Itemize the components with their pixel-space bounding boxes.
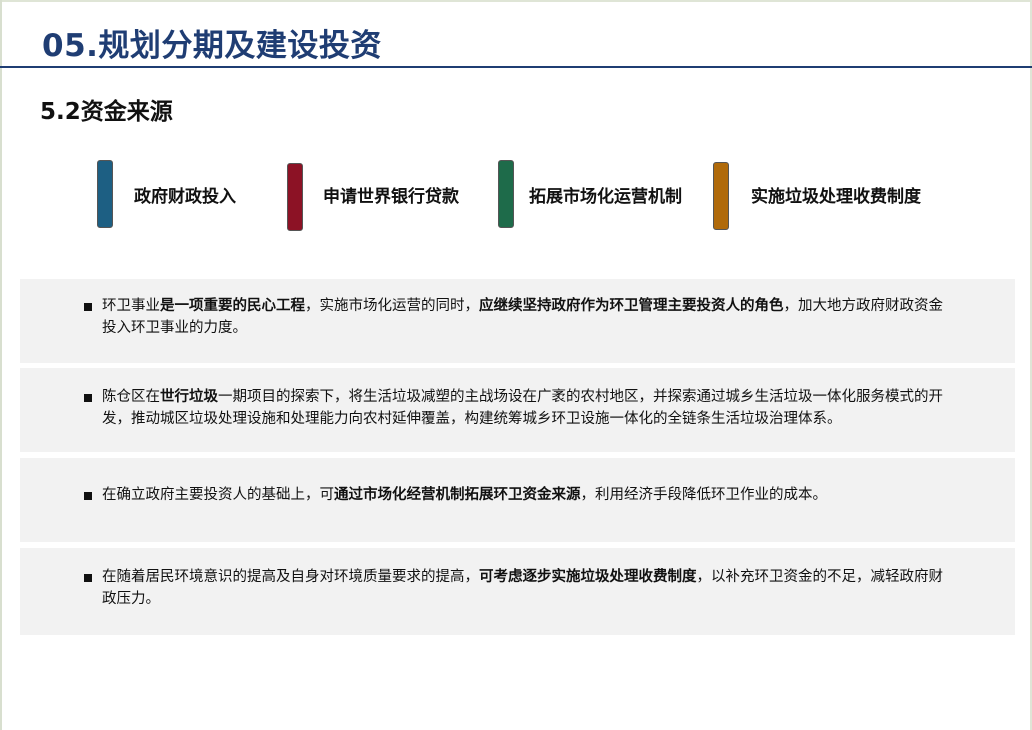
paragraph-card: 在确立政府主要投资人的基础上，可通过市场化经营机制拓展环卫资金来源，利用经济手段… <box>20 458 1015 542</box>
funding-source-color-bar <box>498 160 514 228</box>
body-text: 陈仓区在 <box>102 389 160 405</box>
emphasis-text: 是一项重要的民心工程 <box>160 298 305 314</box>
emphasis-text: 通过市场化经营机制拓展环卫资金来源 <box>334 487 581 503</box>
body-text: 在确立政府主要投资人的基础上，可 <box>102 487 334 503</box>
bullet-square-icon <box>84 492 92 500</box>
bullet-square-icon <box>84 303 92 311</box>
funding-source-world-bank: 申请世界银行贷款 <box>287 160 477 234</box>
funding-source-market: 拓展市场化运营机制 <box>498 160 698 234</box>
body-text: 环卫事业 <box>102 298 160 314</box>
funding-source-color-bar <box>713 162 729 230</box>
emphasis-text: 可考虑逐步实施垃圾处理收费制度 <box>479 569 697 585</box>
funding-source-label: 申请世界银行贷款 <box>323 187 459 207</box>
funding-source-fee-system: 实施垃圾处理收费制度 <box>713 160 943 234</box>
body-text: 在随着居民环境意识的提高及自身对环境质量要求的提高， <box>102 569 479 585</box>
paragraph-text: 在确立政府主要投资人的基础上，可通过市场化经营机制拓展环卫资金来源，利用经济手段… <box>102 484 952 506</box>
frame-left-border <box>0 0 2 730</box>
body-text: ，实施市场化运营的同时， <box>305 298 479 314</box>
paragraph-card: 在随着居民环境意识的提高及自身对环境质量要求的提高，可考虑逐步实施垃圾处理收费制… <box>20 548 1015 635</box>
paragraph-card: 陈仓区在世行垃圾一期项目的探索下，将生活垃圾减塑的主战场设在广袤的农村地区，并探… <box>20 368 1015 452</box>
frame-top-border <box>0 0 1032 2</box>
paragraph-text: 陈仓区在世行垃圾一期项目的探索下，将生活垃圾减塑的主战场设在广袤的农村地区，并探… <box>102 386 952 430</box>
bullet-square-icon <box>84 574 92 582</box>
funding-source-government: 政府财政投入 <box>97 160 257 234</box>
funding-source-color-bar <box>287 163 303 231</box>
paragraph-card: 环卫事业是一项重要的民心工程，实施市场化运营的同时，应继续坚持政府作为环卫管理主… <box>20 279 1015 363</box>
funding-source-label: 政府财政投入 <box>134 187 236 207</box>
paragraph-text: 在随着居民环境意识的提高及自身对环境质量要求的提高，可考虑逐步实施垃圾处理收费制… <box>102 566 952 610</box>
body-text: ，利用经济手段降低环卫作业的成本。 <box>580 487 828 503</box>
funding-source-label: 实施垃圾处理收费制度 <box>751 187 921 207</box>
page-title: 05.规划分期及建设投资 <box>42 28 382 64</box>
emphasis-text: 世行垃圾 <box>160 389 218 405</box>
body-text: 一期项目的探索下，将生活垃圾减塑的主战场设在广袤的农村地区，并探索通过城乡生活垃… <box>102 389 943 427</box>
emphasis-text: 应继续坚持政府作为环卫管理主要投资人的角色 <box>479 298 784 314</box>
funding-source-label: 拓展市场化运营机制 <box>529 187 682 207</box>
funding-source-color-bar <box>97 160 113 228</box>
title-divider <box>0 66 1032 68</box>
paragraph-text: 环卫事业是一项重要的民心工程，实施市场化运营的同时，应继续坚持政府作为环卫管理主… <box>102 295 952 339</box>
bullet-square-icon <box>84 394 92 402</box>
section-subtitle: 5.2资金来源 <box>40 99 173 125</box>
